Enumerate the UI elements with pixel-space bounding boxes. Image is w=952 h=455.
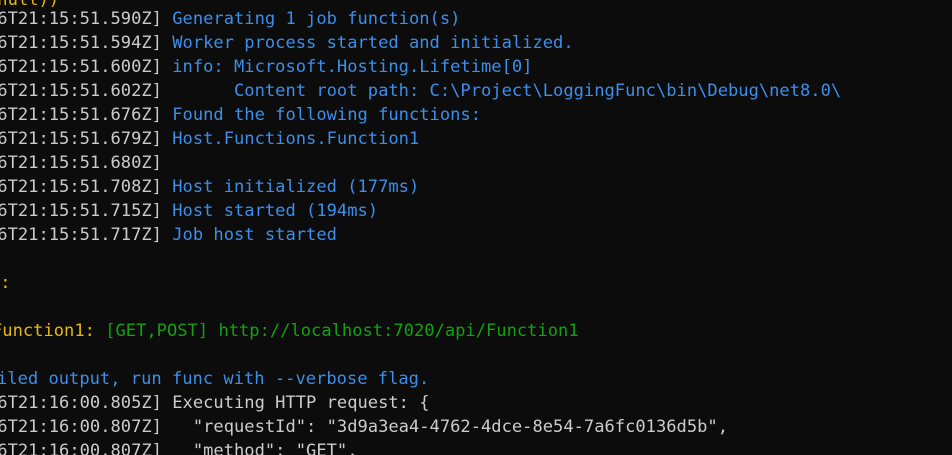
log-line: 16T21:15:51.600Z] info: Microsoft.Hostin…	[0, 55, 532, 79]
log-timestamp: 16T21:16:00.807Z]	[0, 417, 162, 437]
log-message: Executing HTTP request: {	[172, 393, 430, 413]
log-line: 16T21:15:51.679Z] Host.Functions.Functio…	[0, 127, 419, 151]
log-timestamp: 16T21:16:00.807Z]	[0, 441, 162, 455]
log-message: Job host started	[172, 225, 337, 245]
log-message: info: Microsoft.Hosting.Lifetime[0]	[172, 57, 533, 77]
log-timestamp: 16T21:16:00.805Z]	[0, 393, 162, 413]
function-url-link[interactable]: http://localhost:7020/api/Function1	[218, 321, 578, 341]
log-timestamp: 16T21:15:51.717Z]	[0, 225, 162, 245]
log-message: Content root path: C:\Project\LoggingFun…	[172, 81, 842, 101]
functions-header: s:	[0, 273, 11, 293]
log-line: 16T21:15:51.602Z] Content root path: C:\…	[0, 79, 841, 103]
log-line: 16T21:15:51.715Z] Host started (194ms)	[0, 199, 378, 223]
function-entry: Function1: [GET,POST] http://localhost:7…	[0, 319, 579, 343]
function-methods: [GET,POST]	[105, 321, 209, 341]
log-line: 16T21:15:51.594Z] Worker process started…	[0, 31, 574, 55]
log-timestamp: 16T21:15:51.680Z]	[0, 153, 162, 173]
log-line: 16T21:15:51.680Z]	[0, 151, 172, 175]
log-timestamp: 16T21:15:51.594Z]	[0, 33, 162, 53]
log-line: 16T21:16:00.807Z] "requestId": "3d9a3ea4…	[0, 415, 728, 439]
log-message: "method": "GET",	[172, 441, 358, 455]
log-line: 16T21:15:51.590Z] Generating 1 job funct…	[0, 7, 460, 31]
function-name: Function1:	[0, 321, 95, 341]
log-timestamp: 16T21:15:51.679Z]	[0, 129, 162, 149]
log-timestamp: 16T21:15:51.600Z]	[0, 57, 162, 77]
log-message: Found the following functions:	[172, 105, 481, 125]
log-message: Generating 1 job function(s)	[172, 9, 461, 29]
log-line: 16T21:16:00.805Z] Executing HTTP request…	[0, 391, 430, 415]
log-message: Host started (194ms)	[172, 201, 379, 221]
verbose-hint: iled output, run func with --verbose fla…	[0, 369, 430, 389]
log-timestamp: 16T21:15:51.708Z]	[0, 177, 162, 197]
terminal-window[interactable]: (null)) 16T21:15:51.590Z] Generating 1 j…	[0, 0, 952, 455]
log-message: Worker process started and initialized.	[172, 33, 574, 53]
log-timestamp: 16T21:15:51.602Z]	[0, 81, 162, 101]
log-message: Host.Functions.Function1	[172, 129, 420, 149]
log-timestamp: 16T21:15:51.676Z]	[0, 105, 162, 125]
log-timestamp: 16T21:15:51.715Z]	[0, 201, 162, 221]
log-line: 16T21:15:51.676Z] Found the following fu…	[0, 103, 481, 127]
log-line: 16T21:15:51.717Z] Job host started	[0, 223, 337, 247]
log-line: 16T21:15:51.708Z] Host initialized (177m…	[0, 175, 419, 199]
log-timestamp: 16T21:15:51.590Z]	[0, 9, 162, 29]
log-message: Host initialized (177ms)	[172, 177, 420, 197]
log-line: 16T21:16:00.807Z] "method": "GET",	[0, 439, 358, 455]
log-message: "requestId": "3d9a3ea4-4762-4dce-8e54-7a…	[172, 417, 728, 437]
